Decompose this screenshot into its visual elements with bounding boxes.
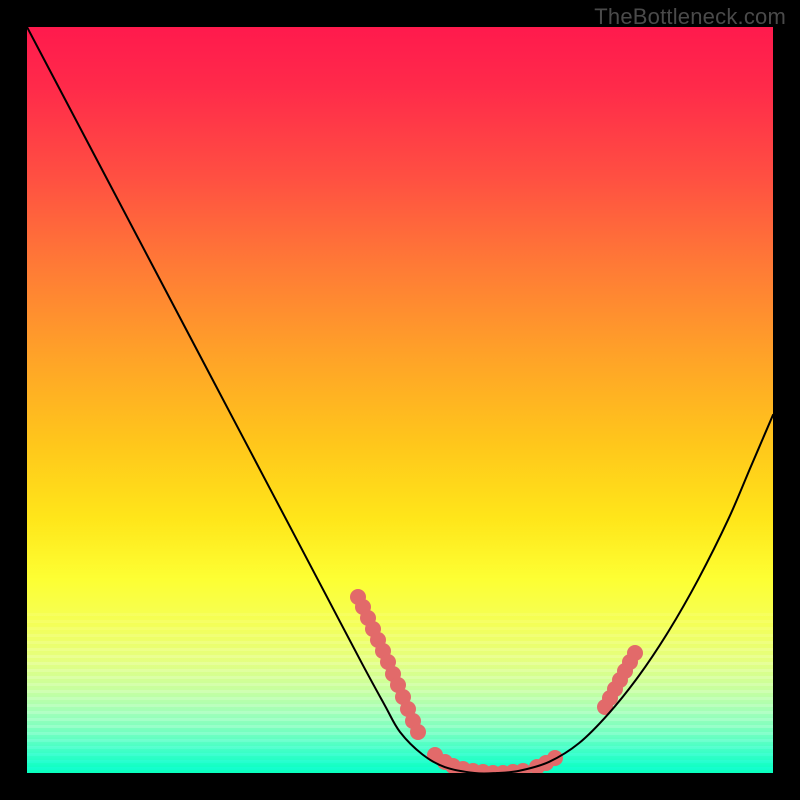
bottleneck-curve-path <box>27 27 773 773</box>
highlight-marker <box>410 724 426 740</box>
highlight-marker <box>627 645 643 661</box>
watermark-text: TheBottleneck.com <box>594 4 786 30</box>
plot-area <box>27 27 773 773</box>
chart-frame: TheBottleneck.com <box>0 0 800 800</box>
chart-svg <box>27 27 773 773</box>
markers-group <box>350 589 643 773</box>
